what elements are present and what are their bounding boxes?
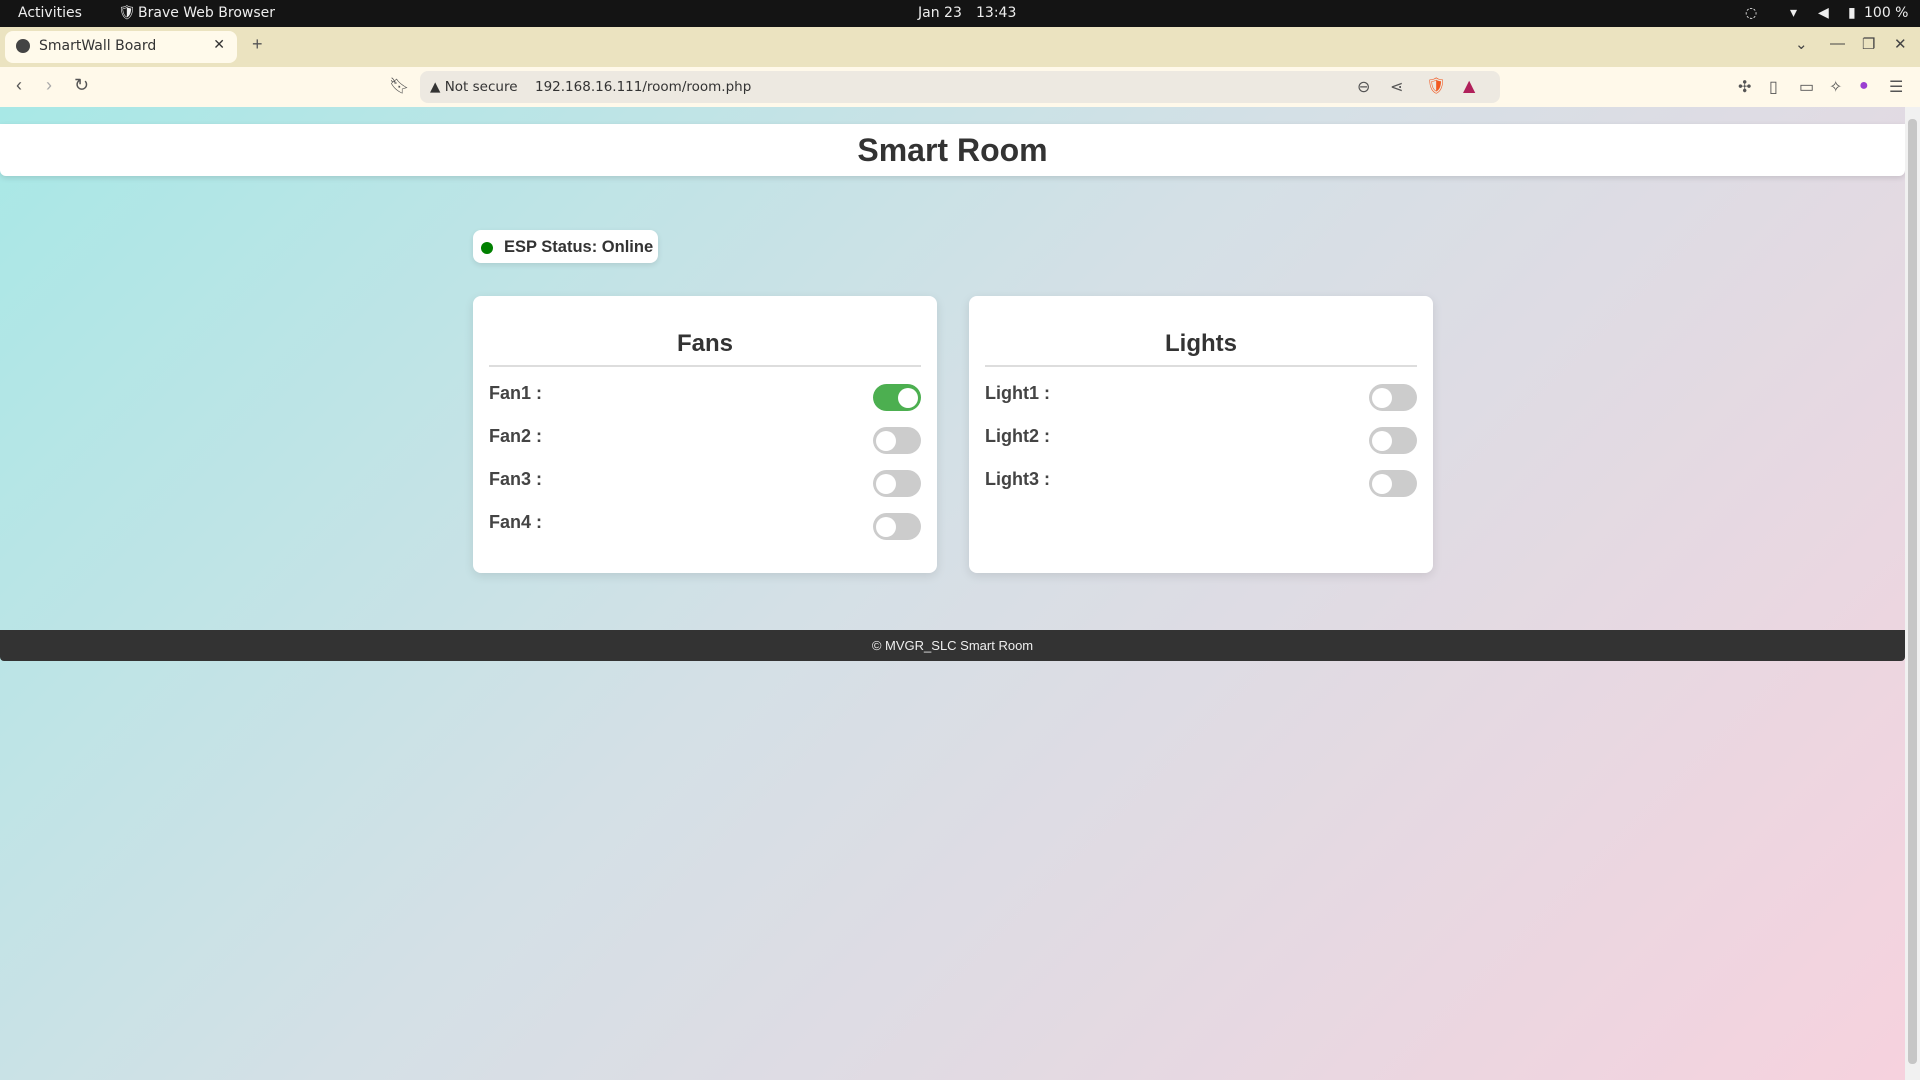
activities-button[interactable]: Activities	[18, 5, 82, 21]
wifi-icon[interactable]: ▾	[1790, 5, 1797, 21]
page-scrollbar[interactable]	[1905, 107, 1920, 1080]
fan4-toggle[interactable]	[873, 513, 921, 540]
battery-icon[interactable]: ▮	[1848, 5, 1856, 21]
url-text[interactable]: 192.168.16.111/room/room.php	[535, 79, 751, 95]
not-secure-label: Not secure	[444, 79, 518, 95]
browser-toolbar: ‹ › ↻ 🔖︎ ▲ Not secure 192.168.16.111/roo…	[0, 67, 1920, 107]
device-row: Fan4 :	[489, 500, 921, 543]
tab-smartwall-board[interactable]: SmartWall Board ✕	[5, 31, 237, 63]
extensions-icon[interactable]: ✣	[1738, 77, 1751, 97]
bookmark-icon[interactable]: 🔖︎	[389, 76, 409, 96]
brave-shields-icon[interactable]: 🛡	[1426, 76, 1446, 95]
device-row: Light2 :	[985, 414, 1417, 457]
tab-bar: SmartWall Board ✕ + ⌄ — ❐ ✕	[0, 27, 1920, 67]
scrollbar-thumb[interactable]	[1908, 119, 1917, 1064]
address-bar[interactable]: ▲ Not secure 192.168.16.111/room/room.ph…	[420, 71, 1500, 103]
device-label: Light1 :	[985, 383, 1050, 403]
device-row: Light3 :	[985, 457, 1417, 500]
whatsapp-icon[interactable]: ◌	[1745, 5, 1757, 21]
share-icon[interactable]: ⋖	[1390, 77, 1403, 96]
close-tab-icon[interactable]: ✕	[213, 37, 225, 53]
sidebar-icon[interactable]: ▯	[1769, 77, 1778, 97]
device-label: Fan2 :	[489, 426, 543, 446]
device-row: Fan2 :	[489, 414, 921, 457]
device-label: Fan3 :	[489, 469, 543, 489]
not-secure-indicator[interactable]: ▲ Not secure	[430, 79, 518, 95]
device-row: Fan1 :	[489, 371, 921, 414]
page-header: Smart Room	[0, 124, 1905, 176]
zoom-out-icon[interactable]: ⊖	[1357, 77, 1370, 96]
light2-toggle[interactable]	[1369, 427, 1417, 454]
tab-title: SmartWall Board	[39, 38, 157, 54]
wallet-icon[interactable]: ▭	[1799, 77, 1814, 97]
app-name: Brave Web Browser	[138, 5, 275, 21]
status-label: ESP Status: Online	[504, 238, 654, 256]
volume-icon[interactable]: ◀	[1818, 5, 1829, 21]
light1-toggle[interactable]	[1369, 384, 1417, 411]
tab-search-chevron-icon[interactable]: ⌄	[1795, 35, 1808, 53]
fan1-toggle[interactable]	[873, 384, 921, 411]
light3-toggle[interactable]	[1369, 470, 1417, 497]
menu-icon[interactable]: ☰	[1889, 77, 1903, 97]
device-label: Fan4 :	[489, 512, 543, 532]
fan3-toggle[interactable]	[873, 470, 921, 497]
status-online-dot	[481, 242, 493, 254]
forward-icon[interactable]: ›	[46, 75, 52, 96]
device-label: Light2 :	[985, 426, 1050, 446]
back-icon[interactable]: ‹	[16, 75, 22, 96]
page-footer: © MVGR_SLC Smart Room	[0, 630, 1905, 661]
system-top-bar: Activities 🛡 Brave Web Browser Jan 23 13…	[0, 0, 1920, 27]
device-row: Fan3 :	[489, 457, 921, 500]
card-title: Fans	[489, 330, 921, 367]
device-label: Light3 :	[985, 469, 1050, 489]
restore-icon[interactable]: ❐	[1862, 35, 1875, 53]
device-label: Fan1 :	[489, 383, 543, 403]
fans-card: Fans Fan1 : Fan2 : Fan3 : Fan4 :	[473, 296, 937, 573]
lights-card: Lights Light1 : Light2 : Light3 :	[969, 296, 1433, 573]
globe-icon	[16, 39, 30, 53]
minimize-icon[interactable]: —	[1830, 35, 1845, 52]
date[interactable]: Jan 23	[918, 5, 962, 21]
battery-level: 100 %	[1864, 5, 1909, 21]
page-title: Smart Room	[857, 132, 1048, 168]
esp-status-badge: ESP Status: Online	[473, 230, 658, 263]
new-tab-button[interactable]: +	[252, 34, 263, 55]
fan2-toggle[interactable]	[873, 427, 921, 454]
brave-icon: 🛡	[118, 5, 136, 21]
reload-icon[interactable]: ↻	[74, 75, 89, 96]
close-window-icon[interactable]: ✕	[1894, 35, 1907, 53]
brave-rewards-icon[interactable]: ▲	[1463, 76, 1475, 95]
vpn-icon[interactable]: ●	[1859, 77, 1869, 95]
device-row: Light1 :	[985, 371, 1417, 414]
page-content: Smart Room ESP Status: Online Fans Fan1 …	[0, 107, 1905, 1080]
time[interactable]: 13:43	[976, 5, 1016, 21]
leo-ai-icon[interactable]: ✧	[1829, 77, 1842, 97]
card-title: Lights	[985, 330, 1417, 367]
